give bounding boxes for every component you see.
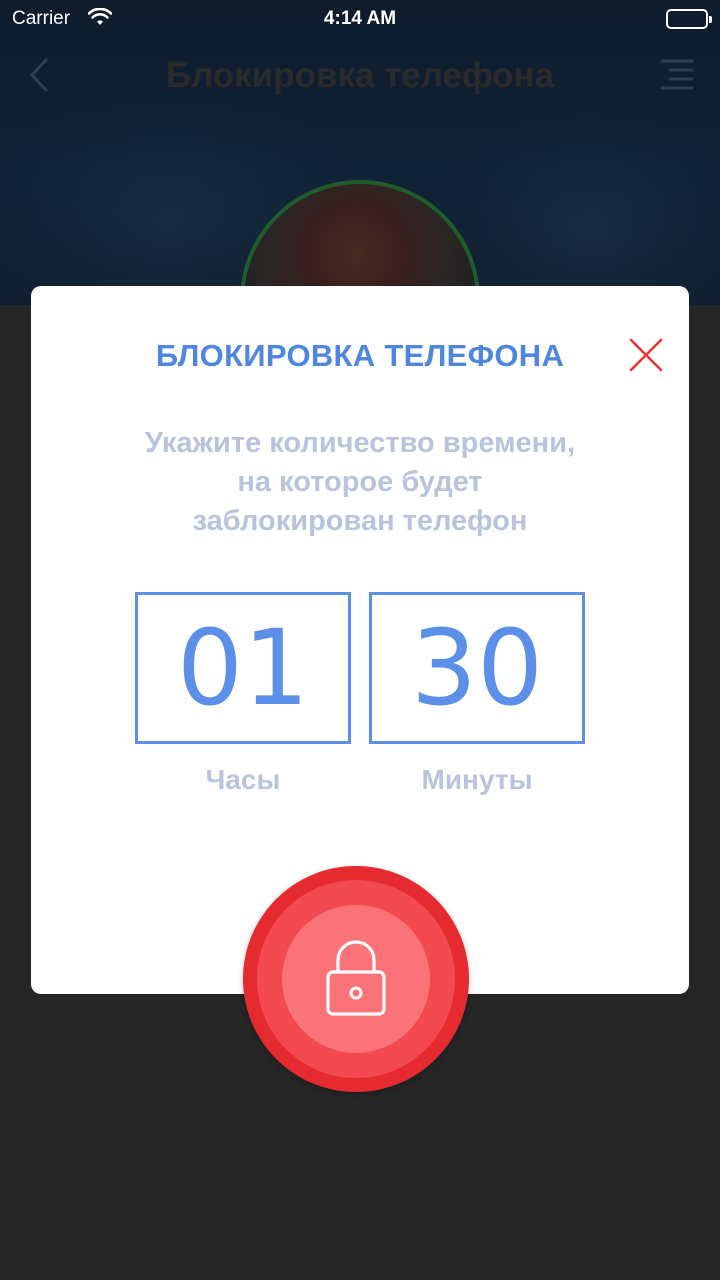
dialog-title: БЛОКИРОВКА ТЕЛЕФОНА: [155, 338, 565, 373]
subtitle-line: Укажите количество времени,: [144, 427, 576, 459]
subtitle-line: заблокирован телефон: [192, 505, 528, 537]
menu-button[interactable]: [658, 58, 694, 90]
close-icon: [629, 338, 663, 372]
dialog-subtitle: Укажите количество времени, на которое б…: [91, 424, 629, 541]
page-title: Блокировка телефона: [165, 56, 555, 95]
close-button[interactable]: [627, 336, 665, 374]
status-time: 4:14 AM: [323, 8, 397, 29]
lock-icon: [326, 940, 386, 1016]
lock-button[interactable]: [243, 866, 469, 1092]
battery-icon: [666, 9, 712, 29]
status-bar: Carrier 4:14 AM: [0, 0, 720, 40]
hours-label: Часы: [205, 764, 281, 795]
minutes-input[interactable]: 30: [369, 592, 585, 744]
hours-input[interactable]: 01: [135, 592, 351, 744]
subtitle-line: на которое будет: [237, 466, 483, 498]
menu-icon: [660, 59, 694, 90]
minutes-label: Минуты: [421, 764, 533, 795]
